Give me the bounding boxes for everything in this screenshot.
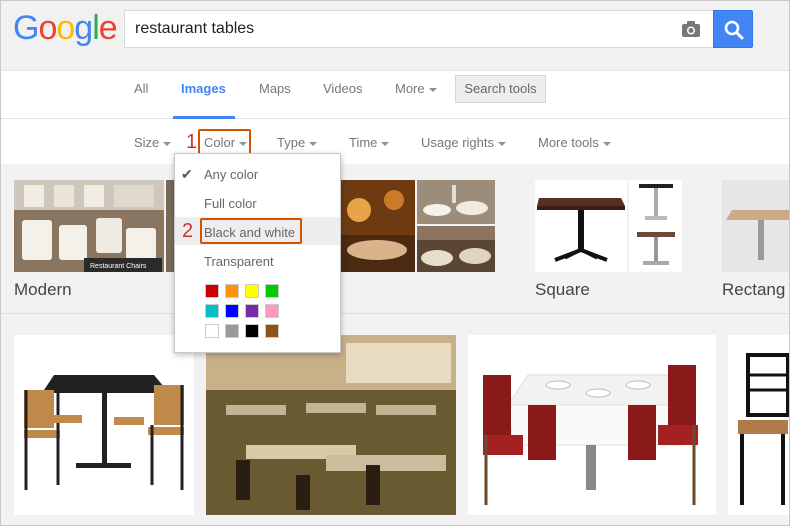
filter-color-label: Color bbox=[204, 135, 236, 150]
color-swatch[interactable] bbox=[245, 284, 259, 298]
chevron-down-icon bbox=[602, 141, 611, 146]
color-swatch[interactable] bbox=[205, 284, 219, 298]
header: Google restaurant tables bbox=[1, 1, 789, 71]
filter-color[interactable]: Color bbox=[204, 135, 248, 150]
tab-maps[interactable]: Maps bbox=[259, 81, 291, 96]
step-number-1: 1 bbox=[186, 131, 198, 153]
color-swatch[interactable] bbox=[225, 304, 239, 318]
logo-letter: g bbox=[74, 9, 93, 47]
search-button[interactable] bbox=[713, 10, 753, 48]
logo-letter: e bbox=[98, 9, 118, 47]
color-option-any[interactable]: Any color bbox=[204, 167, 258, 182]
rectangle-table-image bbox=[726, 210, 789, 260]
camera-icon[interactable] bbox=[681, 20, 701, 38]
tab-videos[interactable]: Videos bbox=[323, 81, 363, 96]
banquet-thumbnail[interactable] bbox=[417, 226, 495, 272]
logo-letter: G bbox=[13, 9, 39, 47]
filter-size-label: Size bbox=[134, 135, 160, 150]
image-grid-row bbox=[1, 316, 789, 525]
square-table-thumbnail[interactable] bbox=[535, 180, 627, 272]
color-swatch[interactable] bbox=[265, 284, 279, 298]
filter-more-tools[interactable]: More tools bbox=[538, 135, 611, 150]
restaurant-interior-image: Restaurant Chairs bbox=[14, 180, 164, 272]
color-swatch[interactable] bbox=[205, 304, 219, 318]
step-number-2: 2 bbox=[182, 220, 194, 242]
thumbnail-caption: Restaurant Chairs bbox=[90, 263, 147, 270]
category-label-modern[interactable]: Modern bbox=[14, 280, 72, 300]
color-swatch[interactable] bbox=[245, 304, 259, 318]
color-option-black-and-white[interactable]: Black and white bbox=[204, 225, 295, 240]
table-set-image bbox=[24, 375, 184, 490]
color-dropdown-menu: ✔ Any color Full color 2 Black and white… bbox=[174, 153, 341, 353]
result-image-2[interactable] bbox=[206, 335, 456, 515]
color-swatch[interactable] bbox=[205, 324, 219, 338]
bar-table-image bbox=[639, 184, 673, 220]
result-image-3[interactable] bbox=[468, 335, 716, 515]
filter-type[interactable]: Type bbox=[277, 135, 318, 150]
filter-bar: Size 1 Color Type Time Usage rights More… bbox=[1, 119, 789, 164]
color-option-full[interactable]: Full color bbox=[204, 196, 257, 211]
search-input[interactable]: restaurant tables bbox=[135, 20, 254, 38]
category-row: Restaurant Chairs Modern Square Rectang bbox=[1, 164, 789, 314]
filter-usage-rights[interactable]: Usage rights bbox=[421, 135, 506, 150]
rectangle-table-thumbnail[interactable] bbox=[722, 180, 789, 272]
color-swatch[interactable] bbox=[265, 304, 279, 318]
result-image-1[interactable] bbox=[14, 335, 194, 515]
category-label-square[interactable]: Square bbox=[535, 280, 590, 300]
result-image-4[interactable] bbox=[728, 335, 789, 515]
search-icon bbox=[724, 20, 744, 40]
dining-table-image bbox=[339, 180, 415, 272]
chair-image bbox=[738, 353, 789, 505]
tableware-thumbnail[interactable] bbox=[417, 180, 495, 224]
search-tools-button[interactable]: Search tools bbox=[455, 75, 546, 103]
filter-time-label: Time bbox=[349, 135, 378, 150]
bar-table-thumbnail[interactable] bbox=[629, 180, 682, 226]
color-swatch[interactable] bbox=[245, 324, 259, 338]
chevron-down-icon bbox=[428, 87, 437, 92]
restaurant-dining-room-image bbox=[206, 335, 456, 515]
filter-time[interactable]: Time bbox=[349, 135, 390, 150]
color-swatch[interactable] bbox=[225, 324, 239, 338]
tab-more[interactable]: More bbox=[395, 81, 437, 96]
modern-thumbnail[interactable]: Restaurant Chairs bbox=[14, 180, 164, 272]
tab-more-label: More bbox=[395, 81, 425, 96]
filter-size[interactable]: Size bbox=[134, 135, 172, 150]
image-results: Restaurant Chairs Modern Square Rectang bbox=[1, 164, 789, 525]
color-swatch[interactable] bbox=[265, 324, 279, 338]
banquet-image bbox=[417, 226, 495, 272]
chevron-down-icon bbox=[239, 141, 248, 146]
chevron-down-icon bbox=[381, 141, 390, 146]
tableware-image bbox=[417, 180, 495, 224]
dining-set-image bbox=[483, 365, 698, 505]
tab-all[interactable]: All bbox=[134, 81, 148, 96]
search-tabs: All Images Maps Videos More Search tools bbox=[1, 71, 789, 119]
tab-images[interactable]: Images bbox=[181, 81, 226, 96]
filter-usage-rights-label: Usage rights bbox=[421, 135, 494, 150]
square-table-image bbox=[537, 198, 625, 262]
logo-letter: o bbox=[56, 9, 75, 47]
chevron-down-icon bbox=[163, 141, 172, 146]
cafe-table-image bbox=[637, 232, 675, 265]
dining-thumbnail[interactable] bbox=[339, 180, 415, 272]
filter-type-label: Type bbox=[277, 135, 306, 150]
chevron-down-icon bbox=[309, 141, 318, 146]
color-option-transparent[interactable]: Transparent bbox=[204, 254, 274, 269]
google-logo[interactable]: Google bbox=[13, 9, 118, 48]
cafe-table-thumbnail[interactable] bbox=[629, 226, 682, 272]
category-label-rectangle[interactable]: Rectang bbox=[722, 280, 785, 300]
browser-window: Google restaurant tables All Images Maps… bbox=[0, 0, 790, 526]
filter-more-tools-label: More tools bbox=[538, 135, 599, 150]
logo-letter: o bbox=[38, 9, 57, 47]
check-icon: ✔ bbox=[181, 166, 193, 182]
search-box[interactable]: restaurant tables bbox=[124, 10, 713, 48]
color-swatch[interactable] bbox=[225, 284, 239, 298]
chevron-down-icon bbox=[497, 141, 506, 146]
